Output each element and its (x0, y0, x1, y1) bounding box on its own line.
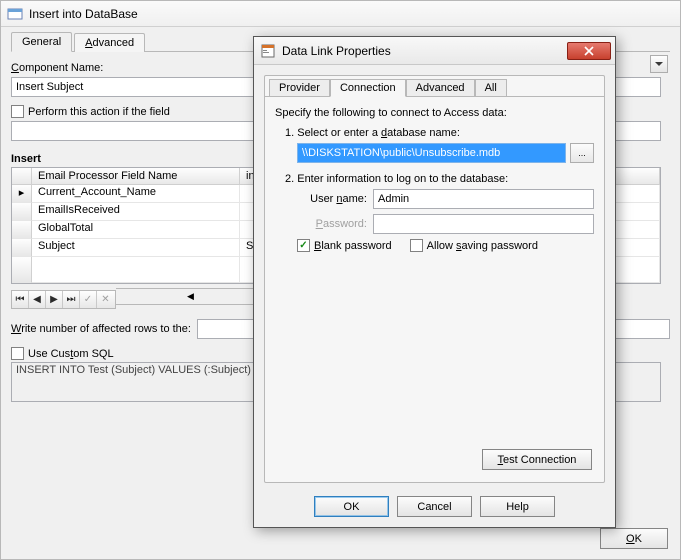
nav-first-button[interactable]: ⏮ (12, 291, 29, 308)
step1-label: 1. Select or enter a database name: (285, 127, 594, 139)
password-input[interactable] (373, 214, 594, 234)
nav-prev-button[interactable]: ◀ (29, 291, 46, 308)
parent-ok-button[interactable]: OK (600, 528, 668, 549)
dialog-icon (260, 43, 276, 59)
grid-col-name[interactable]: Email Processor Field Name (32, 168, 240, 185)
tab-connection[interactable]: Connection (330, 79, 406, 97)
dialog-ok-button[interactable]: OK (314, 496, 389, 517)
dialog-help-button[interactable]: Help (480, 496, 555, 517)
dialog-titlebar[interactable]: Data Link Properties (254, 37, 615, 65)
blank-password-label: Blank password (314, 240, 392, 252)
database-name-input[interactable] (297, 143, 566, 163)
perform-action-label: Perform this action if the field (28, 106, 170, 118)
connection-tab-content: Specify the following to connect to Acce… (265, 96, 604, 482)
instruction-text: Specify the following to connect to Acce… (275, 107, 594, 119)
parent-title: Insert into DataBase (29, 7, 138, 21)
dialog-title: Data Link Properties (282, 44, 391, 58)
tab-all[interactable]: All (475, 79, 507, 97)
parent-titlebar[interactable]: Insert into DataBase (1, 1, 680, 27)
use-custom-sql-label: Use Custom SQL (28, 348, 114, 360)
write-rows-label: Write number of affected rows to the: (11, 323, 191, 335)
tab-provider[interactable]: Provider (269, 79, 330, 97)
tab-dlg-advanced[interactable]: Advanced (406, 79, 475, 97)
nav-cancel-button[interactable]: ✕ (97, 291, 114, 308)
dialog-close-button[interactable] (567, 42, 611, 60)
nav-next-button[interactable]: ▶ (46, 291, 63, 308)
tab-dropdown-area (648, 55, 670, 73)
blank-password-checkbox[interactable] (297, 239, 310, 252)
dialog-tabs: Provider Connection Advanced All (269, 76, 608, 96)
tab-advanced[interactable]: Advanced (74, 33, 145, 52)
username-input[interactable] (373, 189, 594, 209)
use-custom-sql-checkbox[interactable] (11, 347, 24, 360)
window-icon (7, 6, 23, 22)
test-connection-button[interactable]: Test Connection (482, 449, 592, 470)
allow-saving-checkbox[interactable] (410, 239, 423, 252)
grid-navigator: ⏮ ◀ ▶ ⏭ ✓ ✕ (11, 290, 116, 309)
dropdown-button[interactable] (650, 55, 668, 73)
username-label: User name: (297, 193, 367, 205)
perform-action-checkbox[interactable] (11, 105, 24, 118)
tab-general[interactable]: General (11, 32, 72, 52)
allow-saving-label: Allow saving password (427, 240, 538, 252)
nav-confirm-button[interactable]: ✓ (80, 291, 97, 308)
step2-label: 2. Enter information to log on to the da… (285, 173, 594, 185)
close-icon (584, 46, 594, 56)
nav-last-button[interactable]: ⏭ (63, 291, 80, 308)
browse-button[interactable]: ... (570, 143, 594, 163)
caret-down-icon (655, 62, 663, 66)
data-link-dialog: Data Link Properties Provider Connection… (253, 36, 616, 528)
row-pointer-icon: ▸ (12, 185, 32, 203)
password-label: Password: (297, 218, 367, 230)
dialog-cancel-button[interactable]: Cancel (397, 496, 472, 517)
grid-scroll-track[interactable]: ◀ (116, 288, 266, 305)
